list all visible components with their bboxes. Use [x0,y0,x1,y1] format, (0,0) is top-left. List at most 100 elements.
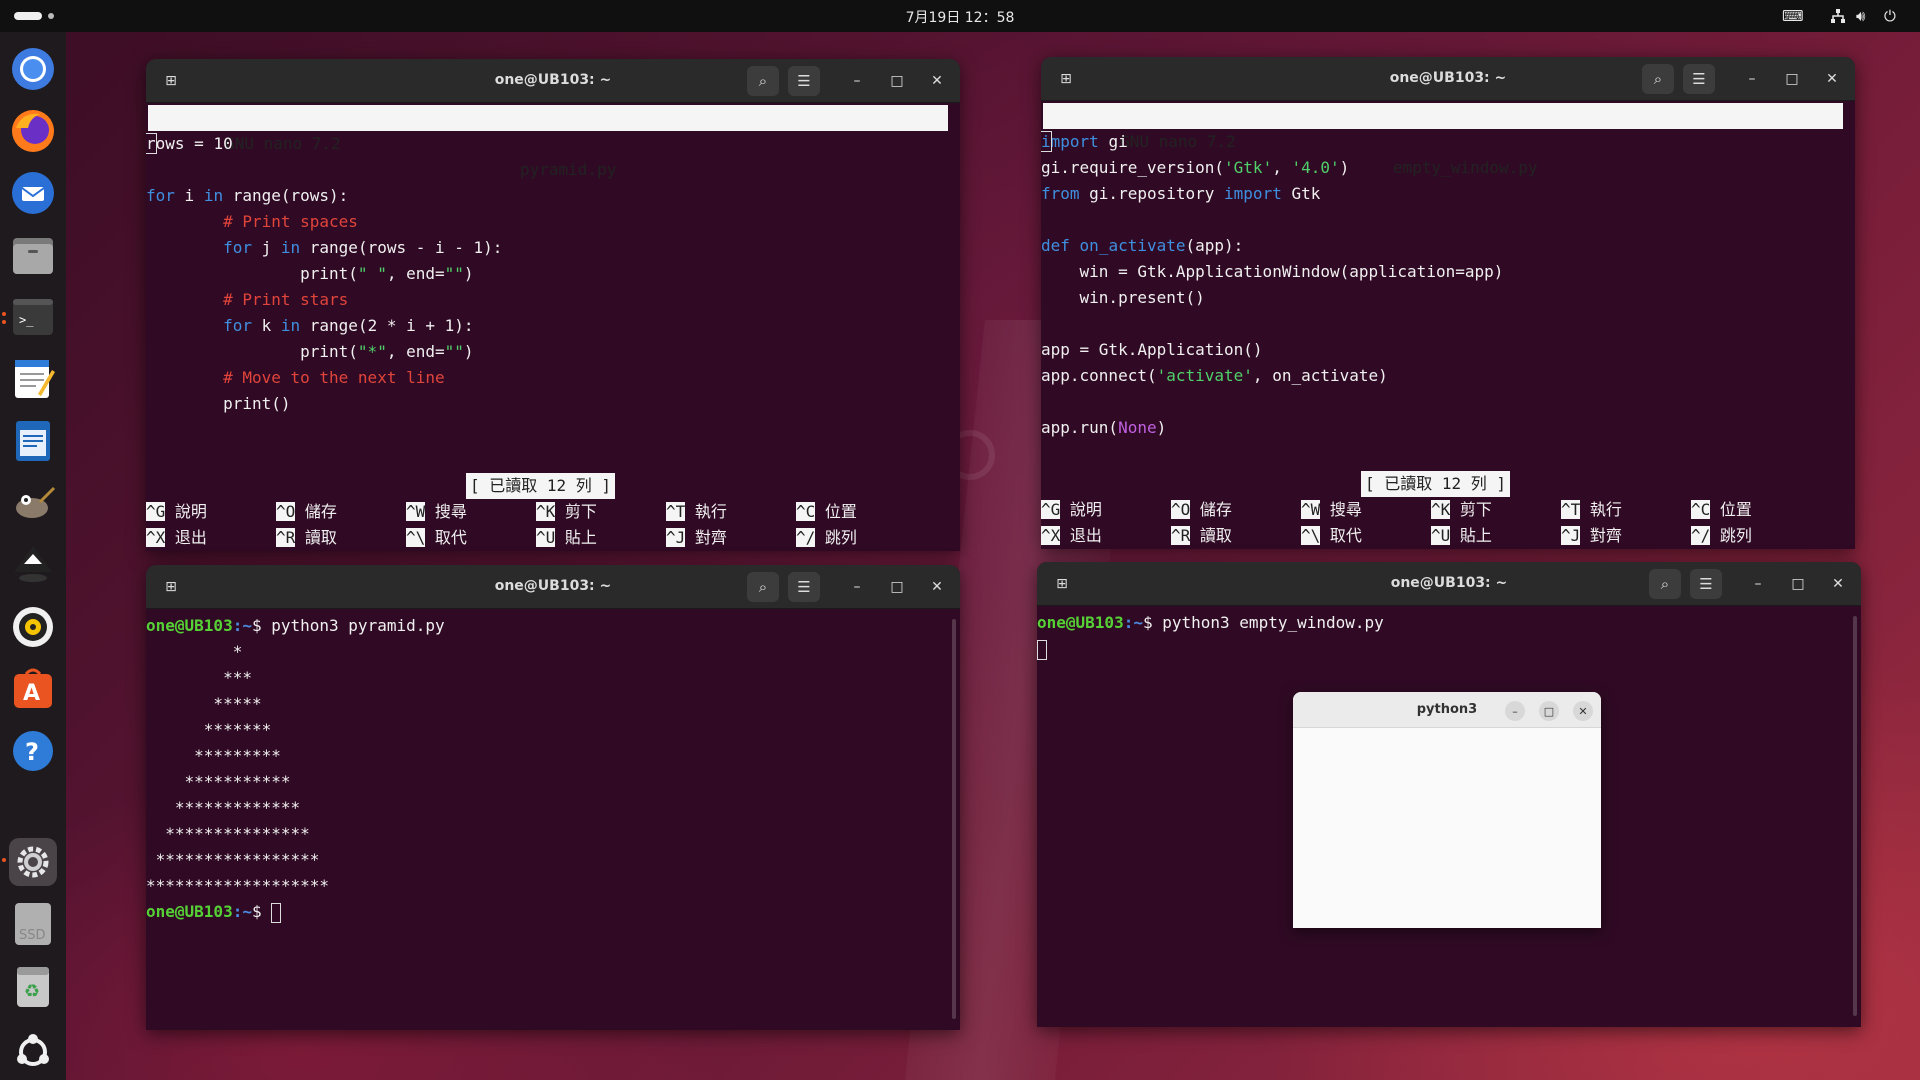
code-line-9[interactable]: app = Gtk.Application() [1041,337,1263,363]
code-line-12[interactable]: app.run(None) [1041,415,1166,441]
writer-icon[interactable] [9,417,57,465]
code-line-9[interactable]: print("*", end="") [146,339,473,365]
power-icon[interactable]: ⏻ [1884,8,1896,24]
menu-icon[interactable]: ☰ [1683,64,1715,94]
code-line-6[interactable]: win = Gtk.ApplicationWindow(application=… [1041,259,1504,285]
cursor-line[interactable] [1037,636,1047,662]
code-line-5[interactable]: def on_activate(app): [1041,233,1243,259]
code-line-6[interactable]: print(" ", end="") [146,261,473,287]
code-line-3[interactable]: for i in range(rows): [146,183,348,209]
shortcut-cut[interactable]: ^K 剪下 [1431,497,1492,523]
shortcut-save[interactable]: ^O 儲存 [1171,497,1232,523]
scrollbar[interactable] [952,619,956,1019]
terminal-content[interactable]: one@UB103:~$ python3 pyramid.py * *** **… [146,609,960,1030]
shortcut-search[interactable]: ^W 搜尋 [406,499,467,525]
minimize-icon[interactable]: – [1505,701,1525,721]
trash-icon[interactable]: ♻ [9,962,57,1010]
close-icon[interactable]: ✕ [1573,701,1593,721]
menu-icon[interactable]: ☰ [788,572,820,602]
maximize-icon[interactable]: □ [886,70,908,92]
menu-icon[interactable]: ☰ [788,66,820,96]
code-line-7[interactable]: win.present() [1041,285,1205,311]
terminal-content[interactable]: GNU nano 7.2 pyramid.py rows = 10 for i … [146,103,960,551]
shortcut-location[interactable]: ^C 位置 [796,499,857,525]
close-icon[interactable]: ✕ [1827,573,1849,595]
firefox-icon[interactable] [9,107,57,155]
search-icon[interactable]: ⌕ [747,66,779,96]
menu-icon[interactable]: ☰ [1690,569,1722,599]
volume-icon[interactable]: 🔊︎ [1856,8,1865,24]
search-icon[interactable]: ⌕ [747,572,779,602]
close-icon[interactable]: ✕ [926,576,948,598]
shortcut-replace[interactable]: ^\ 取代 [1301,523,1362,549]
code-line-10[interactable]: app.connect('activate', on_activate) [1041,363,1388,389]
ssd-drive-icon[interactable]: SSD [9,900,57,948]
code-line-11[interactable]: print() [146,391,290,417]
maximize-icon[interactable]: □ [1787,573,1809,595]
minimize-icon[interactable]: – [846,576,868,598]
shortcut-save[interactable]: ^O 儲存 [276,499,337,525]
minimize-icon[interactable]: – [846,70,868,92]
command-line[interactable]: one@UB103:~$ python3 pyramid.py [146,613,445,639]
shortcut-exit[interactable]: ^X 退出 [146,525,207,551]
thunderbird-icon[interactable] [9,169,57,217]
shortcut-goto-line[interactable]: ^/ 跳列 [1691,523,1752,549]
titlebar[interactable]: ⊞ one@UB103: ~ ⌕ ☰ – □ ✕ [146,59,960,103]
shortcut-search[interactable]: ^W 搜尋 [1301,497,1362,523]
nano-empty-window[interactable]: ⊞ one@UB103: ~ ⌕ ☰ – □ ✕ GNU nano 7.2 em… [1041,57,1855,549]
code-line-7[interactable]: # Print stars [146,287,348,313]
shortcut-exit[interactable]: ^X 退出 [1041,523,1102,549]
shortcut-location[interactable]: ^C 位置 [1691,497,1752,523]
python3-window[interactable]: python3 – □ ✕ [1293,692,1601,928]
titlebar[interactable]: ⊞ one@UB103: ~ ⌕ ☰ – □ ✕ [1041,57,1855,101]
code-line-5[interactable]: for j in range(rows - i - 1): [146,235,502,261]
code-line-2[interactable]: gi.require_version('Gtk', '4.0') [1041,155,1349,181]
minimize-icon[interactable]: – [1747,573,1769,595]
code-line-10[interactable]: # Move to the next line [146,365,445,391]
shortcut-help[interactable]: ^G 說明 [1041,497,1102,523]
shortcut-read[interactable]: ^R 讀取 [1171,523,1232,549]
titlebar[interactable]: ⊞ one@UB103: ~ ⌕ ☰ – □ ✕ [146,565,960,609]
shortcut-help[interactable]: ^G 說明 [146,499,207,525]
chromium-icon[interactable] [9,45,57,93]
settings-icon[interactable] [9,838,57,886]
minimize-icon[interactable]: – [1741,68,1763,90]
code-line-1[interactable]: import gi [1041,129,1128,155]
help-icon[interactable]: ? [9,727,57,775]
terminal-icon[interactable]: >_ [9,293,57,341]
rhythmbox-icon[interactable] [9,603,57,651]
code-line-3[interactable]: from gi.repository import Gtk [1041,181,1320,207]
shortcut-paste[interactable]: ^U 貼上 [1431,523,1492,549]
close-icon[interactable]: ✕ [1821,68,1843,90]
shortcut-goto-line[interactable]: ^/ 跳列 [796,525,857,551]
maximize-icon[interactable]: □ [1781,68,1803,90]
shortcut-replace[interactable]: ^\ 取代 [406,525,467,551]
prompt-line[interactable]: one@UB103:~$ [146,899,282,925]
text-editor-icon[interactable] [9,355,57,403]
terminal-content[interactable]: GNU nano 7.2 empty_window.py import gi g… [1041,101,1855,549]
app-center-icon[interactable]: A [9,665,57,713]
shortcut-justify[interactable]: ^J 對齊 [666,525,727,551]
shortcut-paste[interactable]: ^U 貼上 [536,525,597,551]
inkscape-icon[interactable] [9,541,57,589]
command-line[interactable]: one@UB103:~$ python3 empty_window.py [1037,610,1384,636]
titlebar[interactable]: ⊞ one@UB103: ~ ⌕ ☰ – □ ✕ [1037,562,1861,606]
close-icon[interactable]: ✕ [926,70,948,92]
network-icon[interactable] [1830,8,1846,27]
shortcut-execute[interactable]: ^T 執行 [1561,497,1622,523]
search-icon[interactable]: ⌕ [1642,64,1674,94]
code-line-1[interactable]: rows = 10 [146,131,233,157]
terminal-pyramid-window[interactable]: ⊞ one@UB103: ~ ⌕ ☰ – □ ✕ one@UB103:~$ py… [146,565,960,1030]
shortcut-execute[interactable]: ^T 執行 [666,499,727,525]
code-line-8[interactable]: for k in range(2 * i + 1): [146,313,473,339]
shortcut-read[interactable]: ^R 讀取 [276,525,337,551]
gimp-icon[interactable] [9,479,57,527]
maximize-icon[interactable]: □ [1539,701,1559,721]
shortcut-justify[interactable]: ^J 對齊 [1561,523,1622,549]
clock-text[interactable]: 7月19日 12：58 [906,10,1015,26]
search-icon[interactable]: ⌕ [1649,569,1681,599]
scrollbar[interactable] [1853,616,1857,1016]
python3-titlebar[interactable]: python3 – □ ✕ [1293,692,1601,728]
nano-pyramid-window[interactable]: ⊞ one@UB103: ~ ⌕ ☰ – □ ✕ GNU nano 7.2 py… [146,59,960,551]
maximize-icon[interactable]: □ [886,576,908,598]
